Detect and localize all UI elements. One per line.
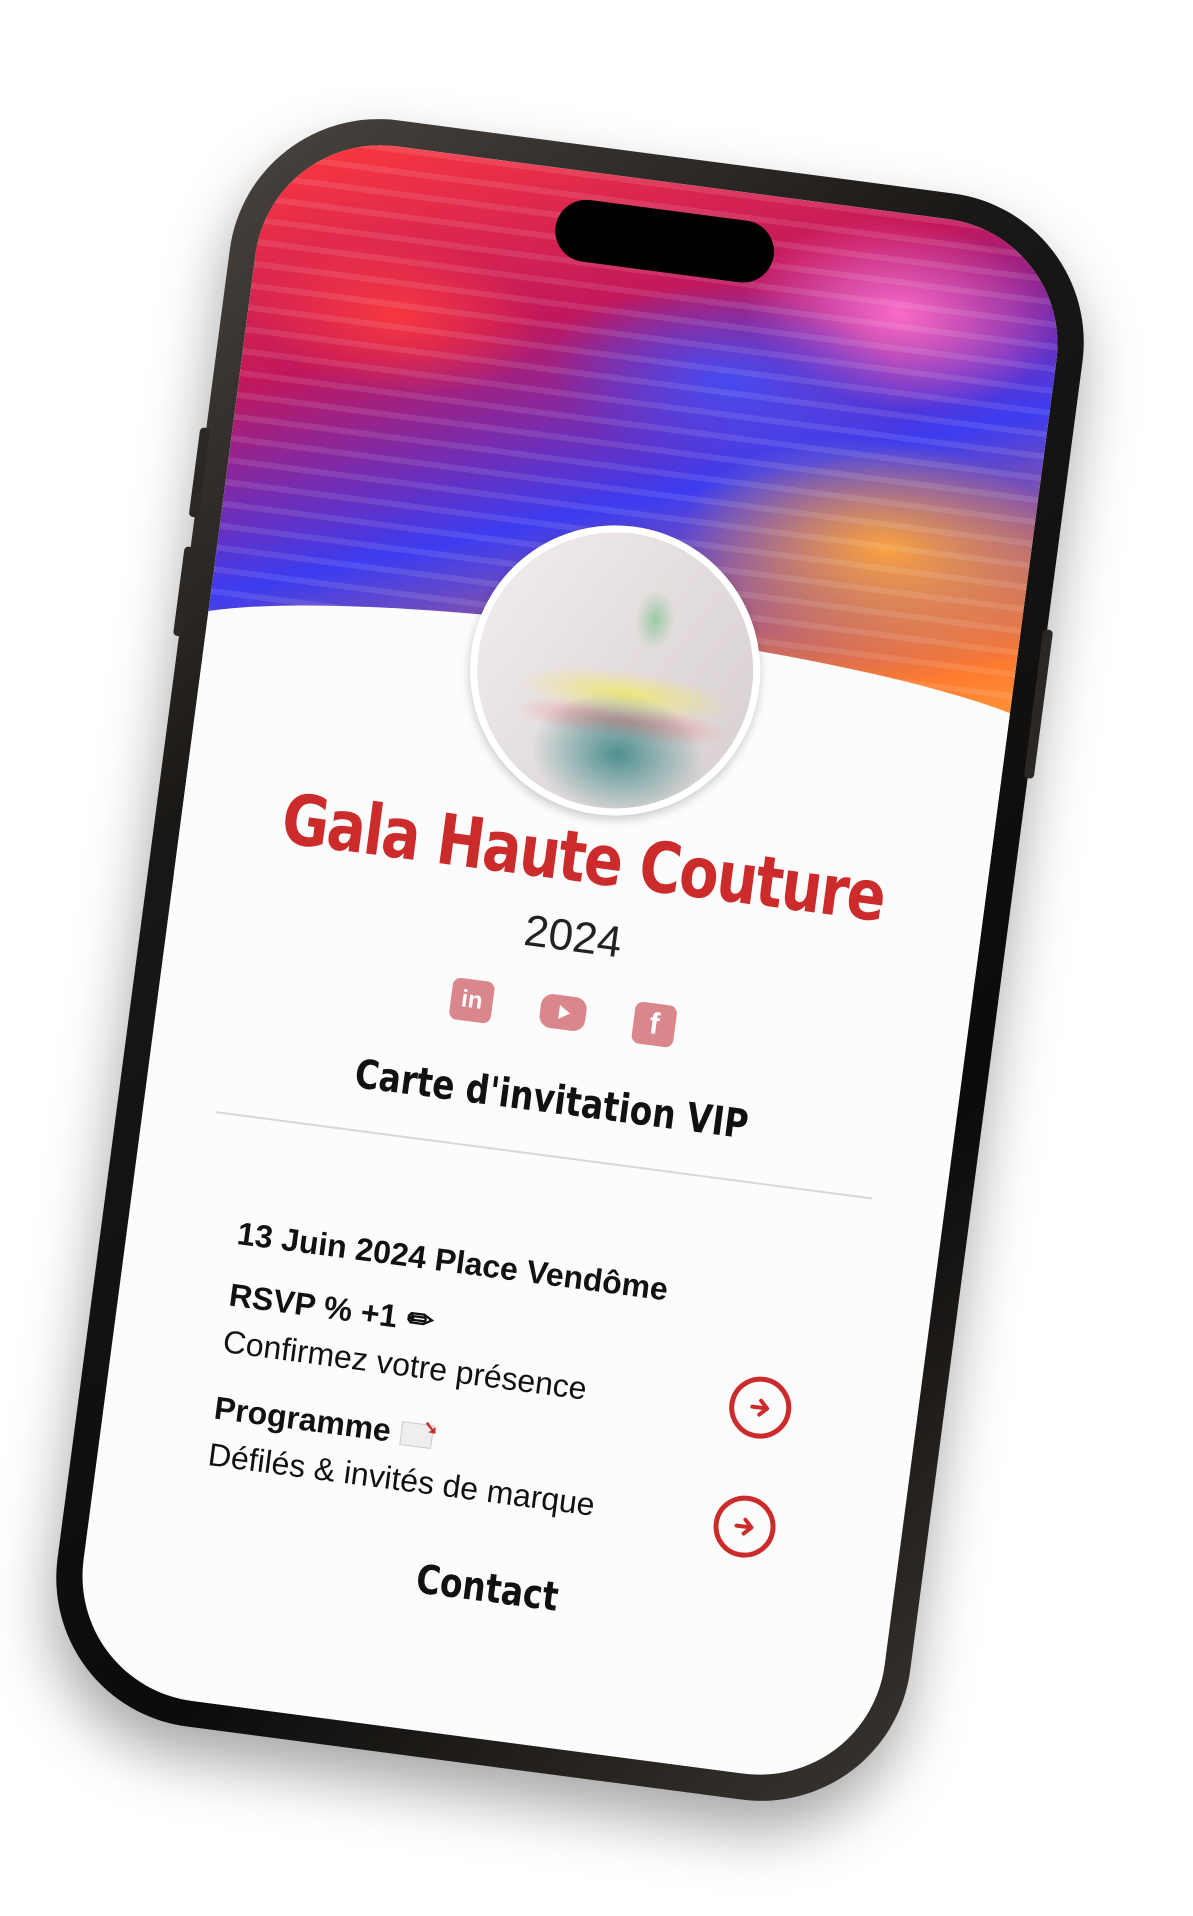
linkedin-icon[interactable]: in: [448, 976, 496, 1025]
ticket-icon: ➘: [399, 1416, 440, 1449]
facebook-label: f: [647, 1007, 662, 1042]
arrow-right-icon: [734, 1517, 754, 1536]
facebook-icon[interactable]: f: [630, 1000, 678, 1049]
arrow-right-icon: [750, 1398, 770, 1417]
youtube-icon[interactable]: [538, 992, 589, 1033]
phone-mockup: Gala Haute Couture 2024 in f Carte d'inv…: [37, 100, 1103, 1820]
pencil-icon: ✏: [404, 1299, 437, 1340]
linkedin-label: in: [459, 985, 485, 1015]
play-icon: [558, 1005, 571, 1019]
